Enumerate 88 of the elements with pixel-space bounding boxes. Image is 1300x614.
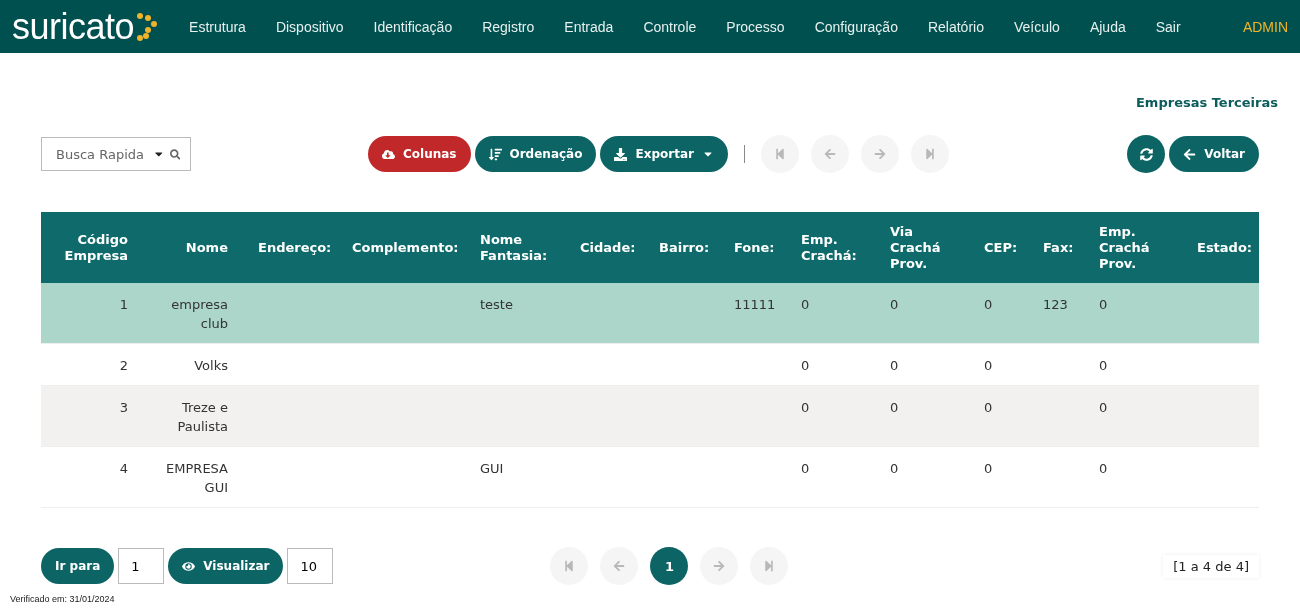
nav-link[interactable]: Veículo (1013, 18, 1060, 35)
table-cell: 3 (119, 400, 128, 415)
logo-dots-icon (136, 11, 159, 42)
arrow-left-icon (613, 560, 626, 572)
table-cell: 0 (1099, 358, 1108, 373)
go-to-button[interactable]: Ir para (41, 548, 115, 584)
column-header[interactable]: Bairro: (644, 212, 719, 283)
column-header[interactable]: Complemento: (337, 212, 465, 283)
column-header[interactable]: Endereço: (243, 212, 337, 283)
column-header[interactable]: Fax: (1028, 212, 1084, 283)
column-header[interactable]: CEP: (969, 212, 1028, 283)
column-header[interactable]: Cidade: (565, 212, 644, 283)
page-button[interactable]: 1 (650, 547, 689, 585)
table-cell: 1 (119, 297, 128, 312)
column-header[interactable]: Emp. Crachá Prov. (1084, 212, 1182, 283)
logo-text: suricato (12, 5, 135, 48)
back-button[interactable]: Voltar (1169, 136, 1259, 172)
arrow-right-icon (713, 560, 726, 572)
refresh-button[interactable] (1127, 135, 1166, 173)
table-cell: EMPRESA GUI (166, 461, 228, 495)
nav-link[interactable]: Processo (726, 18, 785, 35)
table-row[interactable]: 4 EMPRESA GUI GUI 0 0 0 0 (41, 446, 1259, 508)
last-page-icon (923, 148, 936, 160)
nav-link[interactable]: Controle (643, 18, 697, 35)
table-cell: 0 (890, 461, 899, 476)
table-cell: 0 (801, 358, 810, 373)
column-header[interactable]: Fone: (719, 212, 786, 283)
record-range: [1 a 4 de 4] (1163, 554, 1259, 578)
columns-button[interactable]: Colunas (368, 136, 471, 172)
export-button[interactable]: Exportar (600, 136, 728, 172)
table-cell: 11111 (734, 297, 776, 312)
nav-link[interactable]: Relatório (927, 18, 984, 35)
view-button[interactable]: Visualizar (168, 548, 284, 584)
search-field[interactable]: Busca Rapida (41, 137, 191, 171)
table-cell: 4 (119, 461, 128, 476)
page-size-field[interactable]: 10 (287, 548, 334, 584)
page-title: Empresas Terceiras (1136, 95, 1278, 110)
nav-link[interactable]: Ajuda (1089, 18, 1126, 35)
table-cell: 123 (1043, 297, 1068, 312)
arrow-left-icon (1183, 147, 1197, 161)
table-cell: 0 (801, 461, 810, 476)
table-cell: 0 (1099, 297, 1108, 312)
table-cell: 0 (1099, 400, 1108, 415)
table-cell: 0 (890, 358, 899, 373)
table-cell: 0 (801, 400, 810, 415)
verified-date: Verificado em: 31/01/2024 (10, 594, 116, 604)
table-cell: 0 (890, 297, 899, 312)
table-row[interactable]: 2 Volks 0 0 0 0 (41, 343, 1259, 386)
table-cell: GUI (480, 461, 504, 476)
first-page-icon (773, 148, 786, 160)
column-header[interactable]: Nome Fantasia: (465, 212, 565, 283)
table-cell: teste (480, 297, 513, 312)
cloud-download-icon (382, 147, 395, 161)
column-header[interactable]: Código Empresa (41, 212, 143, 283)
nav-link[interactable]: Registro (482, 18, 535, 35)
eye-icon (182, 559, 196, 573)
table-cell: Volks (194, 358, 228, 373)
arrow-left-icon (823, 148, 836, 160)
table-cell: 0 (984, 461, 993, 476)
table-cell: Treze e Paulista (177, 400, 228, 434)
nav-link[interactable]: Configuração (814, 18, 898, 35)
table-cell: 0 (890, 400, 899, 415)
arrow-right-icon (873, 148, 886, 160)
nav-link[interactable]: Entrada (564, 18, 614, 35)
table-cell: 2 (119, 358, 128, 373)
table-cell: 0 (984, 358, 993, 373)
nav-link[interactable]: Sair (1155, 18, 1181, 35)
column-header[interactable]: Estado: (1182, 212, 1259, 283)
nav-link[interactable]: Estrutura (189, 18, 246, 35)
refresh-icon (1139, 147, 1153, 161)
column-header[interactable]: Via Crachá Prov. (875, 212, 969, 283)
table-cell: empresa club (171, 297, 228, 331)
nav-link[interactable]: Dispositivo (275, 18, 344, 35)
column-header[interactable]: Nome (143, 212, 243, 283)
sort-icon (488, 147, 502, 161)
download-icon (614, 147, 628, 161)
user-name[interactable]: ADMIN (1242, 18, 1288, 35)
table-cell: 0 (984, 400, 993, 415)
table-cell: 0 (801, 297, 810, 312)
last-page-icon (763, 560, 776, 572)
first-page-icon (563, 560, 576, 572)
search-icon (169, 147, 180, 161)
nav-link[interactable]: Identificação (373, 18, 453, 35)
table-cell: 0 (1099, 461, 1108, 476)
column-header[interactable]: Emp. Crachá: (786, 212, 875, 283)
table-cell: 0 (984, 297, 993, 312)
page-input-field[interactable]: 1 (118, 548, 165, 584)
sort-button[interactable]: Ordenação (474, 136, 597, 172)
